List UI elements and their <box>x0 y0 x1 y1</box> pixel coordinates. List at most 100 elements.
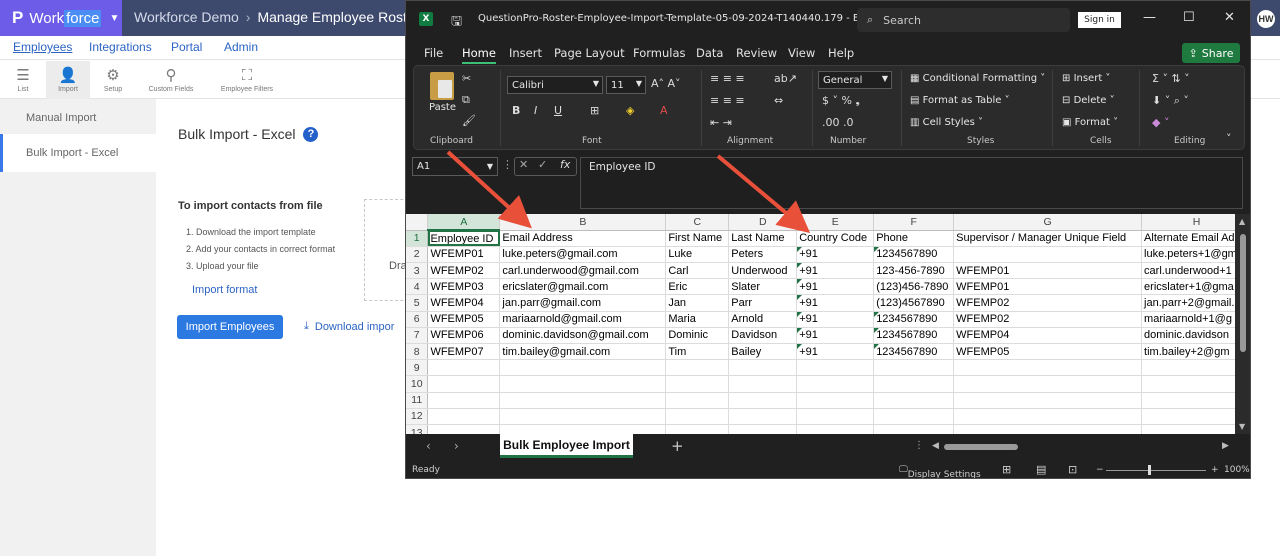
fill-icon[interactable]: ⬇ ˅ ⌕ ˅ <box>1152 94 1189 108</box>
column-header[interactable]: B <box>499 214 667 231</box>
cell[interactable] <box>427 392 501 409</box>
cell[interactable] <box>728 408 798 425</box>
row-header[interactable]: 4 <box>406 278 429 296</box>
cell[interactable]: jan.parr@gmail.com <box>499 294 667 312</box>
row-header[interactable]: 13 <box>406 424 429 434</box>
autosum-icon[interactable]: Σ ˅ ⇅ ˅ <box>1152 72 1190 85</box>
clear-icon[interactable]: ◆ ˅ <box>1152 116 1169 129</box>
cell[interactable]: Parr <box>728 294 798 312</box>
cell[interactable]: Eric <box>665 278 730 296</box>
merge-icon[interactable]: ⇔ <box>774 94 783 107</box>
decimal-icon[interactable]: .00 .0 <box>822 116 854 129</box>
cell[interactable]: Arnold <box>728 311 798 328</box>
tab-review[interactable]: Review <box>736 46 777 60</box>
scroll-right-icon[interactable]: ▶ <box>1222 441 1229 451</box>
cell[interactable] <box>953 408 1143 425</box>
download-template-link[interactable]: ⤓ Download impor <box>304 320 394 333</box>
cell[interactable]: WFEMP03 <box>427 278 501 296</box>
cell[interactable] <box>873 375 955 393</box>
cell[interactable]: +91 <box>796 343 875 361</box>
number-format-select[interactable]: General ▼ <box>818 71 892 89</box>
tab-data[interactable]: Data <box>696 46 723 60</box>
row-header[interactable]: 2 <box>406 246 429 264</box>
cell[interactable]: WFEMP02 <box>953 311 1143 328</box>
row-header[interactable]: 9 <box>406 359 429 377</box>
tab-page-layout[interactable]: Page Layout <box>554 46 625 60</box>
insert-function-icon[interactable]: fx <box>560 158 570 171</box>
excel-search-input[interactable]: ⌕ Search <box>857 8 1070 32</box>
tab-view[interactable]: View <box>788 46 815 60</box>
nav-portal[interactable]: Portal <box>171 40 202 54</box>
cell[interactable]: 1234567890 <box>873 327 955 345</box>
cell[interactable] <box>953 375 1143 393</box>
cell[interactable]: WFEMP07 <box>427 343 501 361</box>
cell[interactable]: Jan <box>665 294 730 312</box>
cell[interactable]: WFEMP02 <box>427 262 501 280</box>
cell[interactable] <box>427 424 501 434</box>
cell[interactable]: WFEMP01 <box>953 278 1143 296</box>
row-header[interactable]: 7 <box>406 327 429 345</box>
cell[interactable]: Employee ID <box>427 230 501 247</box>
scroll-thumb[interactable] <box>1240 234 1246 352</box>
cell[interactable]: dominic.davidson@gmail.com <box>499 327 667 345</box>
save-icon[interactable]: 🖫 <box>451 12 462 34</box>
cell[interactable]: Bailey <box>728 343 798 361</box>
cell[interactable]: +91 <box>796 278 875 296</box>
indent-icon[interactable]: ⇤ ⇥ <box>710 116 732 129</box>
cell[interactable]: Slater <box>728 278 798 296</box>
cell[interactable] <box>665 392 730 409</box>
cell[interactable] <box>499 424 667 434</box>
delete-cells-button[interactable]: ⊟ Delete ˅ <box>1062 95 1115 106</box>
nav-admin[interactable]: Admin <box>224 40 258 54</box>
row-header[interactable]: 8 <box>406 343 429 361</box>
row-header[interactable]: 3 <box>406 262 429 280</box>
tab-formulas[interactable]: Formulas <box>633 46 686 60</box>
normal-view-icon[interactable]: ⊞ <box>1002 463 1011 476</box>
font-size-select[interactable]: 11 ▼ <box>606 76 646 94</box>
cell[interactable]: +91 <box>796 327 875 345</box>
formula-input[interactable]: Employee ID <box>580 157 1243 209</box>
cell[interactable] <box>427 375 501 393</box>
nav-integrations[interactable]: Integrations <box>89 40 152 54</box>
cell-styles-button[interactable]: ▥ Cell Styles ˅ <box>910 117 983 128</box>
cell[interactable]: (123)4567890 <box>873 294 955 312</box>
cell[interactable]: +91 <box>796 246 875 264</box>
cut-icon[interactable]: ✂ <box>462 72 471 85</box>
tab-file[interactable]: File <box>424 46 443 60</box>
paste-icon[interactable] <box>430 72 454 100</box>
cell[interactable]: +91 <box>796 294 875 312</box>
italic-icon[interactable]: I <box>534 104 537 117</box>
currency-icon[interactable]: $ ˅ % ❟ <box>822 94 860 108</box>
cell[interactable] <box>873 359 955 377</box>
cell[interactable] <box>499 392 667 409</box>
cell[interactable]: Davidson <box>728 327 798 345</box>
sheet-tab-bulk-employee-import[interactable]: Bulk Employee Import <box>500 434 633 458</box>
next-sheet-icon[interactable]: › <box>454 439 459 453</box>
column-header[interactable]: C <box>665 214 730 231</box>
increase-font-icon[interactable]: A˄ A˅ <box>651 77 681 90</box>
column-header[interactable]: G <box>953 214 1143 231</box>
cell[interactable]: First Name <box>665 230 730 247</box>
column-header[interactable]: D <box>728 214 798 231</box>
close-icon[interactable]: ✕ <box>1224 10 1235 25</box>
cell[interactable]: Last Name <box>728 230 798 247</box>
cancel-icon[interactable]: ✕ <box>519 158 528 171</box>
cell[interactable] <box>427 408 501 425</box>
confirm-icon[interactable]: ✓ <box>538 158 547 171</box>
horizontal-scrollbar[interactable]: ◀ ▶ <box>932 441 1230 452</box>
cell[interactable]: Phone <box>873 230 955 247</box>
cell[interactable]: (123)456-7890 <box>873 278 955 296</box>
paste-label[interactable]: Paste <box>429 102 456 113</box>
cell[interactable]: tim.bailey@gmail.com <box>499 343 667 361</box>
spreadsheet-grid[interactable]: A B C D E F G H 1 Employee ID Email Address First N… <box>406 214 1250 434</box>
row-header[interactable]: 10 <box>406 375 429 393</box>
tab-insert[interactable]: Insert <box>509 46 542 60</box>
scroll-left-icon[interactable]: ◀ <box>932 441 939 451</box>
nav-employees[interactable]: Employees <box>13 40 72 54</box>
cell[interactable]: +91 <box>796 311 875 328</box>
fill-color-icon[interactable]: ◈ <box>626 104 634 117</box>
cell[interactable]: Luke <box>665 246 730 264</box>
scroll-up-icon[interactable]: ▲ <box>1239 217 1245 226</box>
format-painter-icon[interactable]: 🖌 <box>462 114 476 127</box>
cell[interactable]: mariaarnold@gmail.com <box>499 311 667 328</box>
